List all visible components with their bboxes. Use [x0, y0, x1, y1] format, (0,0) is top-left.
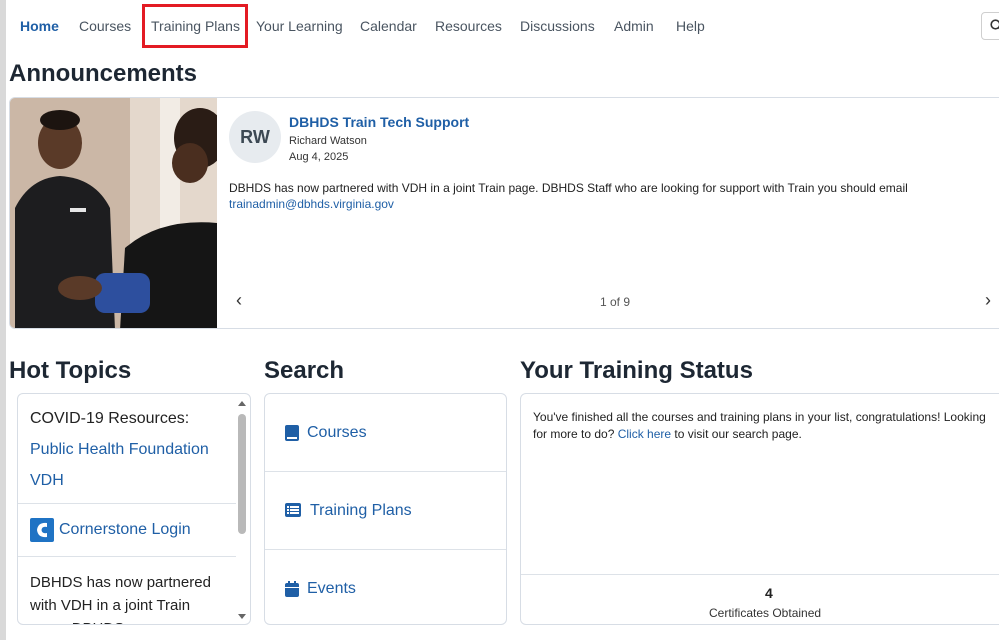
divider: [18, 503, 236, 504]
scroll-thumb[interactable]: [238, 414, 246, 534]
search-training-plans-button[interactable]: Training Plans: [265, 472, 506, 549]
hot-topics-text: DBHDS has now partnered with VDH in a jo…: [30, 574, 211, 624]
cornerstone-logo-icon: [30, 518, 54, 542]
search-panel: Courses Training Plans Events: [264, 393, 507, 625]
announcement-date: Aug 4, 2025: [289, 151, 349, 163]
search-heading: Search: [264, 357, 345, 384]
announcement-photo: [10, 98, 217, 328]
certificates-count: 4: [765, 585, 773, 601]
top-nav: Home Courses Training Plans Your Learnin…: [6, 0, 999, 52]
announcement-text: DBHDS has now partnered with VDH in a jo…: [229, 181, 908, 195]
window-edge: [0, 0, 6, 640]
nav-help[interactable]: Help: [676, 18, 705, 34]
search-courses-label: Courses: [307, 424, 367, 441]
training-status-heading: Your Training Status: [520, 357, 753, 384]
search-icon: [990, 19, 999, 30]
training-status-panel: You've finished all the courses and trai…: [520, 393, 999, 625]
search-events-button[interactable]: Events: [265, 550, 506, 624]
calendar-icon: [285, 581, 299, 597]
book-icon: [285, 425, 299, 441]
search-training-plans-label: Training Plans: [310, 502, 412, 519]
hot-topics-scrollbar[interactable]: [236, 396, 248, 624]
search-courses-button[interactable]: Courses: [265, 394, 506, 471]
announcement-card: RW DBHDS Train Tech Support Richard Wats…: [9, 97, 999, 329]
divider: [521, 574, 999, 575]
list-icon: [285, 503, 301, 517]
nav-courses[interactable]: Courses: [79, 18, 131, 34]
announcement-title[interactable]: DBHDS Train Tech Support: [289, 114, 469, 130]
hot-topics-heading: Hot Topics: [9, 357, 132, 384]
scroll-up-icon[interactable]: [236, 398, 248, 408]
announcement-body: DBHDS has now partnered with VDH in a jo…: [229, 180, 989, 212]
search-events-label: Events: [307, 580, 356, 597]
nav-resources[interactable]: Resources: [435, 18, 502, 34]
announcement-email-link[interactable]: trainadmin@dbhds.virginia.gov: [229, 197, 394, 211]
author-avatar: RW: [229, 111, 281, 163]
announcement-image: [10, 98, 217, 328]
announcements-heading: Announcements: [9, 60, 198, 87]
chevron-left-icon[interactable]: ‹: [236, 290, 242, 311]
hot-topics-panel: COVID-19 Resources: Public Health Founda…: [17, 393, 251, 625]
vdh-link[interactable]: VDH: [30, 472, 64, 490]
search-button[interactable]: [981, 12, 999, 40]
announcement-author: Richard Watson: [289, 135, 367, 147]
cornerstone-login-link[interactable]: Cornerstone Login: [59, 521, 191, 539]
divider: [18, 556, 236, 557]
scroll-down-icon[interactable]: [236, 612, 248, 622]
nav-highlight-box: [142, 4, 248, 48]
nav-calendar[interactable]: Calendar: [360, 18, 417, 34]
nav-your-learning[interactable]: Your Learning: [256, 18, 343, 34]
announcement-pager: 1 of 9: [600, 295, 631, 309]
click-here-link[interactable]: Click here: [618, 427, 671, 441]
certificates-label: Certificates Obtained: [709, 606, 822, 620]
covid-resources-label: COVID-19 Resources:: [30, 410, 190, 427]
nav-admin[interactable]: Admin: [614, 18, 654, 34]
training-status-message: You've finished all the courses and trai…: [533, 409, 993, 443]
nav-home[interactable]: Home: [20, 18, 59, 34]
training-status-message-end: to visit our search page.: [674, 427, 802, 441]
chevron-right-icon[interactable]: ›: [985, 290, 991, 311]
nav-discussions[interactable]: Discussions: [520, 18, 595, 34]
public-health-foundation-link[interactable]: Public Health Foundation: [30, 441, 209, 459]
